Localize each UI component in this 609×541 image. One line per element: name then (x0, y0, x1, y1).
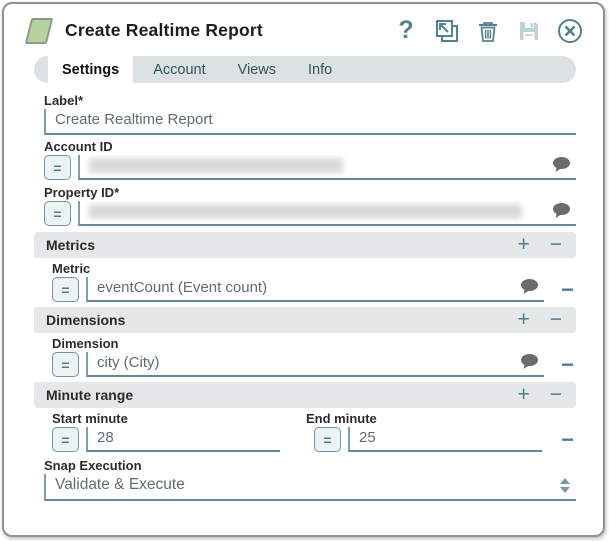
comment-icon[interactable] (520, 278, 539, 295)
expression-toggle[interactable]: = (52, 352, 79, 377)
redacted-value (89, 203, 523, 219)
metric-input[interactable]: eventCount (Event count) (86, 277, 544, 302)
section-title: Metrics (46, 237, 96, 253)
close-icon[interactable] (557, 18, 583, 44)
account-id-label: Account ID (44, 139, 113, 154)
start-minute-label: Start minute (52, 411, 128, 426)
expression-toggle[interactable]: = (52, 277, 79, 302)
comment-icon[interactable] (552, 202, 571, 219)
snap-type-icon (24, 17, 54, 44)
metrics-section-header: Metrics + − (34, 232, 576, 258)
end-minute-label: End minute (306, 411, 377, 426)
snap-execution-value: Validate & Execute (55, 476, 185, 493)
property-id-label: Property ID* (44, 185, 120, 200)
snap-settings-dialog: Create Realtime Report ? Settings Accoun… (2, 2, 605, 537)
dimension-input[interactable]: city (City) (86, 352, 544, 377)
add-row-icon[interactable]: + (515, 234, 531, 256)
section-title: Dimensions (46, 312, 126, 328)
start-minute-input[interactable]: 28 (86, 427, 280, 452)
help-icon[interactable]: ? (393, 18, 419, 44)
save-icon[interactable] (516, 18, 542, 44)
expression-toggle[interactable]: = (44, 155, 71, 180)
delete-icon[interactable] (475, 18, 501, 44)
redacted-value (89, 157, 343, 173)
tab-info[interactable]: Info (296, 56, 344, 83)
tabbar-left-cap (34, 56, 48, 83)
add-row-icon[interactable]: + (515, 309, 531, 331)
expression-toggle[interactable]: = (314, 427, 341, 452)
label-input[interactable]: Create Realtime Report (44, 109, 576, 135)
account-id-input[interactable] (78, 155, 576, 180)
minute-range-row: Start minute = 28 End minute = 25 − (34, 411, 576, 452)
dialog-title: Create Realtime Report (65, 20, 263, 40)
snap-execution-label: Snap Execution (44, 458, 142, 473)
settings-form: Label* Create Realtime Report Account ID… (4, 83, 603, 501)
snap-execution-select[interactable]: Validate & Execute (44, 474, 576, 501)
dimensions-section-header: Dimensions + − (34, 307, 576, 333)
comment-icon[interactable] (552, 156, 571, 173)
remove-row-icon[interactable]: − (548, 309, 564, 331)
tab-bar: Settings Account Views Info (34, 56, 576, 83)
dimension-label: Dimension (52, 336, 119, 351)
remove-minute-range-icon[interactable]: − (561, 429, 574, 451)
remove-dimension-icon[interactable]: − (561, 354, 574, 376)
minute-range-section-header: Minute range + − (34, 382, 576, 408)
dialog-header: Create Realtime Report ? (4, 4, 603, 50)
section-title: Minute range (46, 387, 134, 403)
end-minute-input[interactable]: 25 (348, 427, 542, 452)
add-row-icon[interactable]: + (515, 384, 531, 406)
tab-account[interactable]: Account (141, 56, 217, 83)
open-canvas-icon[interactable] (434, 18, 460, 44)
remove-metric-icon[interactable]: − (561, 279, 574, 301)
header-actions: ? (393, 18, 583, 44)
remove-row-icon[interactable]: − (548, 234, 564, 256)
tab-settings[interactable]: Settings (48, 56, 134, 83)
comment-icon[interactable] (520, 353, 539, 370)
expression-toggle[interactable]: = (44, 201, 71, 226)
property-id-input[interactable] (78, 201, 576, 226)
label-field-label: Label* (44, 93, 84, 108)
select-spinner-icon (560, 478, 570, 493)
expression-toggle[interactable]: = (52, 427, 79, 452)
metric-label: Metric (52, 261, 91, 276)
remove-row-icon[interactable]: − (548, 384, 564, 406)
tab-views[interactable]: Views (226, 56, 288, 83)
